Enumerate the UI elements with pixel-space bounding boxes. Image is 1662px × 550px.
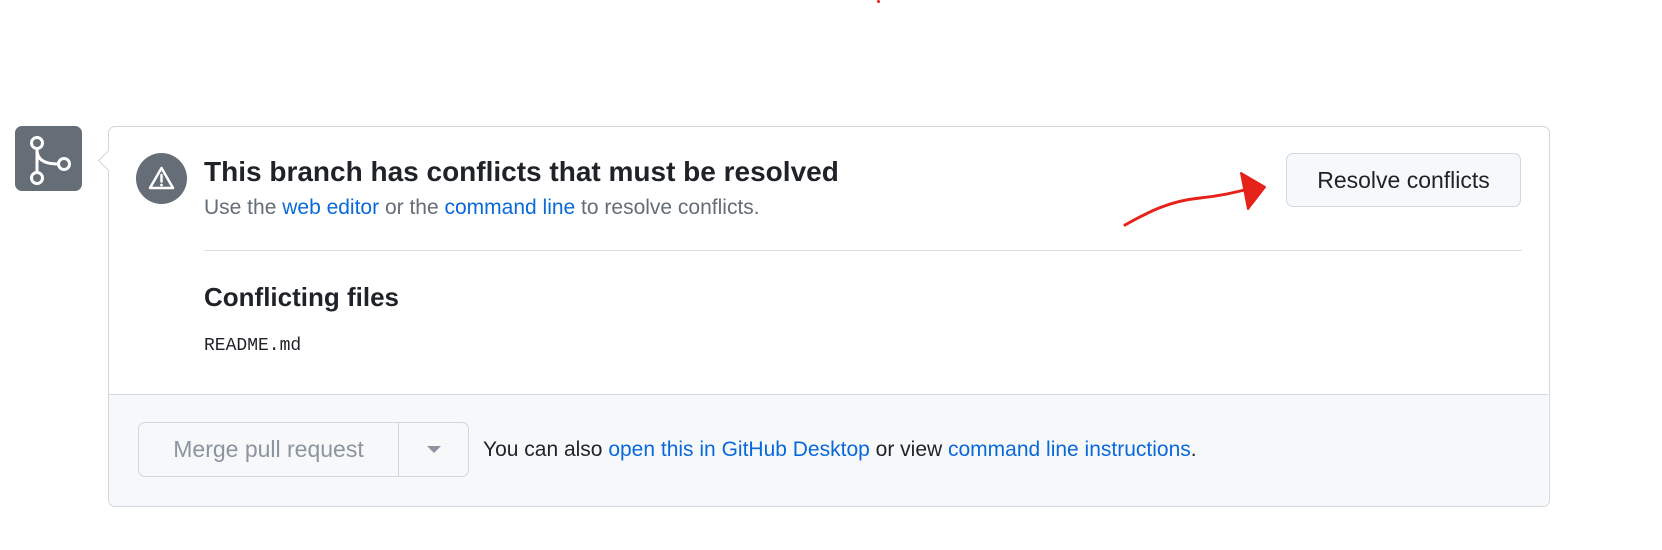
- footer-middle: or view: [869, 438, 948, 461]
- web-editor-link[interactable]: web editor: [282, 196, 379, 219]
- open-in-desktop-link[interactable]: open this in GitHub Desktop: [608, 438, 869, 461]
- git-merge-icon: [15, 126, 82, 191]
- conflicting-files-heading: Conflicting files: [204, 282, 399, 312]
- merge-method-dropdown[interactable]: [399, 423, 468, 476]
- merge-pull-request-button[interactable]: Merge pull request: [139, 423, 399, 476]
- conflict-title: This branch has conflicts that must be r…: [204, 156, 839, 187]
- command-line-instructions-link[interactable]: command line instructions: [948, 438, 1191, 461]
- caret-down-icon: [427, 446, 441, 453]
- footer-prefix: You can also: [483, 438, 609, 461]
- subtitle-suffix: to resolve conflicts.: [575, 196, 760, 219]
- merge-button-group: Merge pull request: [138, 422, 469, 477]
- subtitle-middle: or the: [379, 196, 445, 219]
- conflict-subtitle: Use the web editor or the command line t…: [204, 196, 760, 220]
- divider: [204, 250, 1522, 251]
- footer-suffix: .: [1190, 438, 1197, 461]
- command-line-link[interactable]: command line: [444, 196, 575, 219]
- annotation-arrow-icon: [1123, 172, 1266, 227]
- conflicting-file-item: README.md: [204, 336, 302, 356]
- footer-help-text: You can also open this in GitHub Desktop…: [483, 438, 1197, 462]
- alert-triangle-icon: [136, 153, 187, 204]
- annotation-dot: [877, 0, 880, 3]
- subtitle-prefix: Use the: [204, 196, 283, 219]
- resolve-conflicts-button[interactable]: Resolve conflicts: [1286, 153, 1521, 207]
